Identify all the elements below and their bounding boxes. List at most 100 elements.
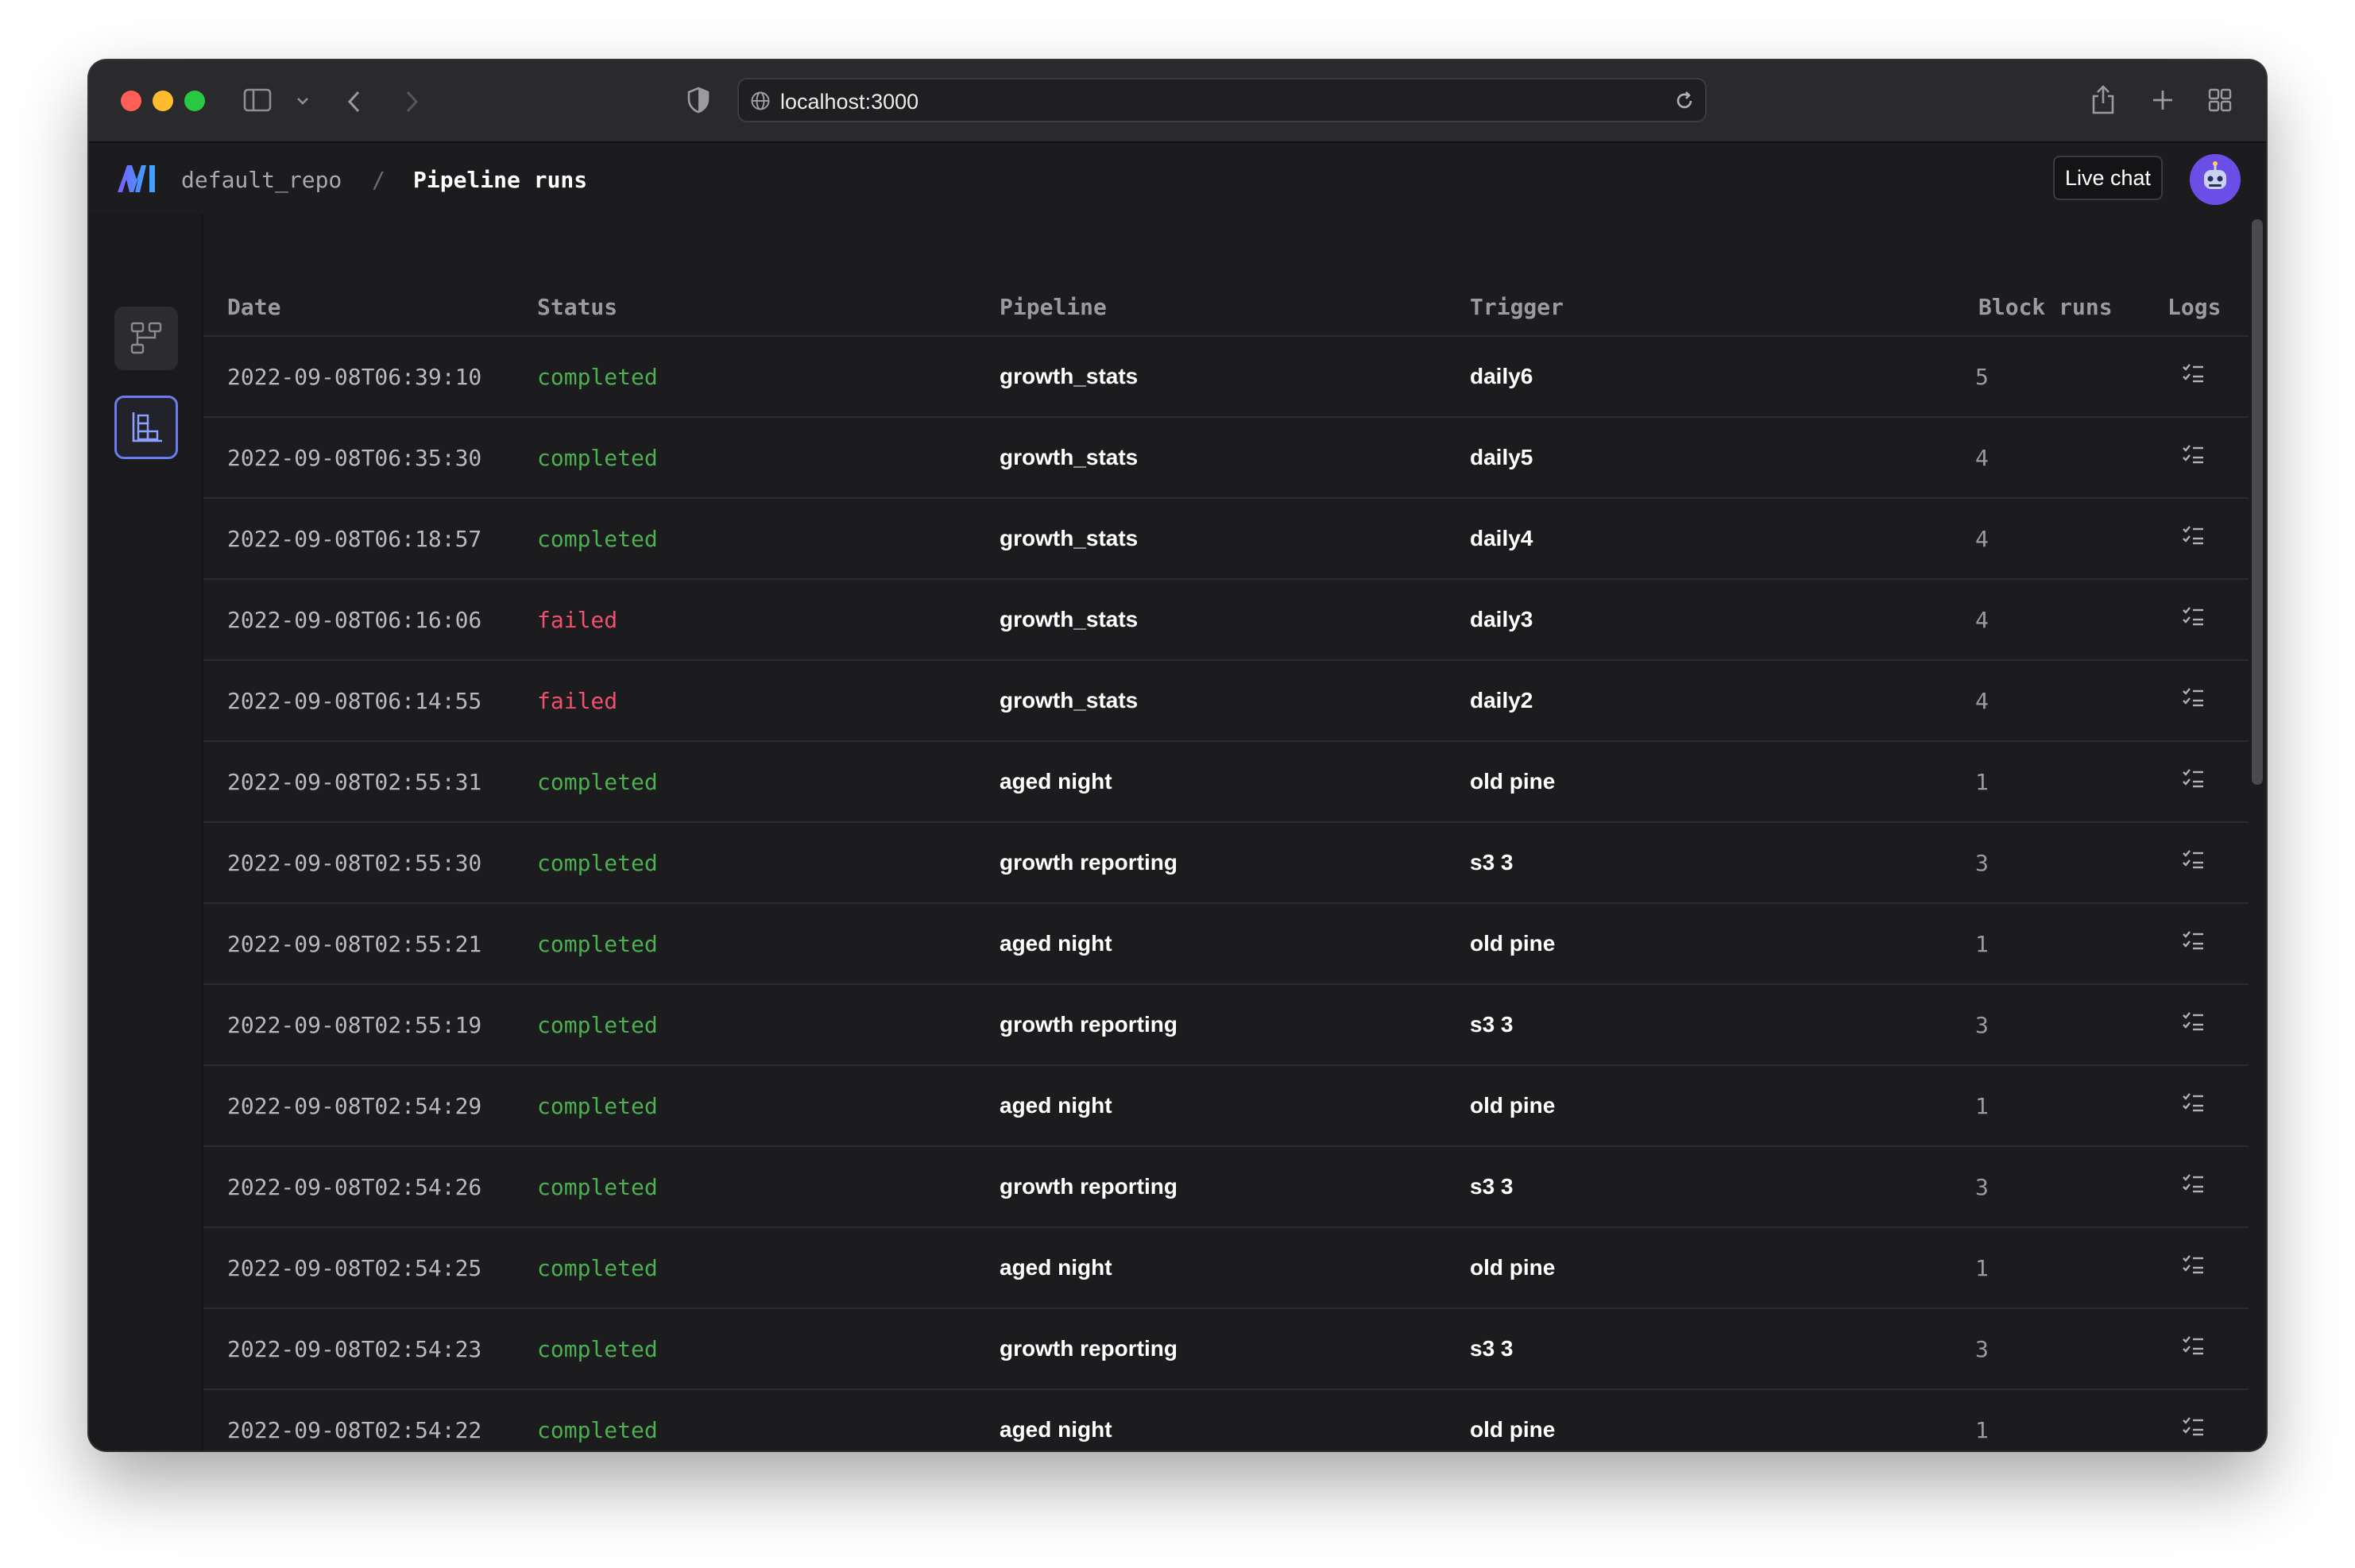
run-date: 2022-09-08T02:54:22 bbox=[227, 1417, 482, 1443]
run-block-count[interactable]: 4 bbox=[1975, 607, 1989, 633]
run-date: 2022-09-08T06:16:06 bbox=[227, 607, 482, 633]
table-row[interactable]: 2022-09-08T06:14:55 failed growth_stats dai… bbox=[203, 659, 2249, 740]
table-row[interactable]: 2022-09-08T02:54:25 completed aged night ol… bbox=[203, 1226, 2249, 1307]
run-block-count[interactable]: 1 bbox=[1975, 769, 1989, 795]
run-pipeline-link[interactable]: growth reporting bbox=[1000, 850, 1178, 875]
address-bar[interactable]: localhost:3000 bbox=[737, 78, 1707, 122]
run-status: failed bbox=[537, 607, 618, 633]
run-block-count[interactable]: 3 bbox=[1975, 1336, 1989, 1362]
live-chat-button[interactable]: Live chat bbox=[2053, 156, 2163, 200]
logs-checklist-icon[interactable] bbox=[2180, 847, 2206, 876]
new-tab-plus-icon[interactable] bbox=[2150, 87, 2175, 117]
run-trigger-link[interactable]: daily4 bbox=[1470, 526, 1533, 551]
table-row[interactable]: 2022-09-08T02:55:21 completed aged night ol… bbox=[203, 902, 2249, 983]
share-icon[interactable] bbox=[2090, 83, 2117, 120]
sidebar-toggle-icon[interactable] bbox=[243, 87, 272, 117]
table-row[interactable]: 2022-09-08T06:18:57 completed growth_stats… bbox=[203, 497, 2249, 578]
run-trigger-link[interactable]: s3 3 bbox=[1470, 850, 1514, 875]
forward-arrow-icon[interactable] bbox=[402, 89, 421, 118]
run-date: 2022-09-08T06:18:57 bbox=[227, 526, 482, 552]
run-pipeline-link[interactable]: growth_stats bbox=[1000, 526, 1138, 551]
run-pipeline-link[interactable]: aged night bbox=[1000, 769, 1112, 794]
breadcrumb-repo[interactable]: default_repo bbox=[181, 167, 342, 193]
minimize-window-button[interactable] bbox=[153, 91, 173, 111]
run-trigger-link[interactable]: s3 3 bbox=[1470, 1174, 1514, 1199]
logs-checklist-icon[interactable] bbox=[2180, 766, 2206, 795]
logs-checklist-icon[interactable] bbox=[2180, 442, 2206, 471]
mage-logo-icon[interactable] bbox=[116, 162, 157, 198]
run-pipeline-link[interactable]: aged night bbox=[1000, 1417, 1112, 1442]
table-row[interactable]: 2022-09-08T06:35:30 completed growth_stats… bbox=[203, 416, 2249, 497]
run-pipeline-link[interactable]: growth reporting bbox=[1000, 1012, 1178, 1037]
close-window-button[interactable] bbox=[121, 91, 141, 111]
run-trigger-link[interactable]: old pine bbox=[1470, 1417, 1555, 1442]
table-row[interactable]: 2022-09-08T02:55:30 completed growth repor… bbox=[203, 821, 2249, 902]
run-status: completed bbox=[537, 526, 658, 552]
page-title: Pipeline runs bbox=[413, 167, 588, 193]
privacy-shield-icon[interactable] bbox=[686, 86, 710, 118]
run-date: 2022-09-08T02:55:21 bbox=[227, 931, 482, 957]
run-trigger-link[interactable]: s3 3 bbox=[1470, 1012, 1514, 1037]
run-pipeline-link[interactable]: aged night bbox=[1000, 1093, 1112, 1118]
run-pipeline-link[interactable]: growth reporting bbox=[1000, 1174, 1178, 1199]
run-block-count[interactable]: 5 bbox=[1975, 364, 1989, 390]
column-header-logs: Logs bbox=[2167, 294, 2222, 320]
table-row[interactable]: 2022-09-08T06:39:10 completed growth_stats… bbox=[203, 335, 2249, 416]
run-pipeline-link[interactable]: aged night bbox=[1000, 931, 1112, 956]
zoom-window-button[interactable] bbox=[184, 91, 205, 111]
run-block-count[interactable]: 1 bbox=[1975, 1417, 1989, 1443]
logs-checklist-icon[interactable] bbox=[2180, 1171, 2206, 1200]
logs-checklist-icon[interactable] bbox=[2180, 523, 2206, 552]
chevron-down-icon[interactable] bbox=[296, 95, 310, 110]
run-pipeline-link[interactable]: aged night bbox=[1000, 1255, 1112, 1280]
logs-checklist-icon[interactable] bbox=[2180, 361, 2206, 390]
table-row[interactable]: 2022-09-08T06:16:06 failed growth_stats dai… bbox=[203, 578, 2249, 659]
run-block-count[interactable]: 4 bbox=[1975, 688, 1989, 714]
run-trigger-link[interactable]: old pine bbox=[1470, 931, 1555, 956]
logs-checklist-icon[interactable] bbox=[2180, 1009, 2206, 1038]
run-date: 2022-09-08T06:39:10 bbox=[227, 364, 482, 390]
run-pipeline-link[interactable]: growth_stats bbox=[1000, 364, 1138, 389]
run-pipeline-link[interactable]: growth_stats bbox=[1000, 445, 1138, 470]
run-block-count[interactable]: 4 bbox=[1975, 526, 1989, 552]
logs-checklist-icon[interactable] bbox=[2180, 604, 2206, 633]
run-block-count[interactable]: 1 bbox=[1975, 1093, 1989, 1119]
logs-checklist-icon[interactable] bbox=[2180, 1333, 2206, 1362]
table-row[interactable]: 2022-09-08T02:54:22 completed aged night ol… bbox=[203, 1388, 2249, 1450]
logs-checklist-icon[interactable] bbox=[2180, 1252, 2206, 1281]
run-block-count[interactable]: 4 bbox=[1975, 445, 1989, 471]
vertical-scrollbar[interactable] bbox=[2252, 219, 2263, 785]
run-pipeline-link[interactable]: growth_stats bbox=[1000, 688, 1138, 713]
nav-pipelines-button[interactable] bbox=[114, 307, 178, 370]
logs-checklist-icon[interactable] bbox=[2180, 928, 2206, 957]
table-row[interactable]: 2022-09-08T02:54:23 completed growth repor… bbox=[203, 1307, 2249, 1388]
nav-pipeline-runs-button[interactable] bbox=[114, 396, 178, 459]
run-block-count[interactable]: 3 bbox=[1975, 1012, 1989, 1038]
back-arrow-icon[interactable] bbox=[345, 89, 364, 118]
run-trigger-link[interactable]: old pine bbox=[1470, 769, 1555, 794]
run-trigger-link[interactable]: daily6 bbox=[1470, 364, 1533, 389]
run-date: 2022-09-08T02:54:29 bbox=[227, 1093, 482, 1119]
run-trigger-link[interactable]: daily2 bbox=[1470, 688, 1533, 713]
table-row[interactable]: 2022-09-08T02:55:31 completed aged night ol… bbox=[203, 740, 2249, 821]
logs-checklist-icon[interactable] bbox=[2180, 1414, 2206, 1443]
run-block-count[interactable]: 3 bbox=[1975, 850, 1989, 876]
table-row[interactable]: 2022-09-08T02:54:29 completed aged night ol… bbox=[203, 1064, 2249, 1145]
run-pipeline-link[interactable]: growth reporting bbox=[1000, 1336, 1178, 1361]
run-pipeline-link[interactable]: growth_stats bbox=[1000, 607, 1138, 632]
run-trigger-link[interactable]: old pine bbox=[1470, 1255, 1555, 1280]
table-row[interactable]: 2022-09-08T02:55:19 completed growth repor… bbox=[203, 983, 2249, 1064]
logs-checklist-icon[interactable] bbox=[2180, 685, 2206, 714]
logs-checklist-icon[interactable] bbox=[2180, 1090, 2206, 1119]
run-block-count[interactable]: 3 bbox=[1975, 1174, 1989, 1200]
reload-icon[interactable] bbox=[1673, 90, 1696, 116]
run-block-count[interactable]: 1 bbox=[1975, 1255, 1989, 1281]
run-trigger-link[interactable]: old pine bbox=[1470, 1093, 1555, 1118]
tab-overview-icon[interactable] bbox=[2207, 87, 2233, 117]
run-block-count[interactable]: 1 bbox=[1975, 931, 1989, 957]
run-trigger-link[interactable]: daily3 bbox=[1470, 607, 1533, 632]
table-row[interactable]: 2022-09-08T02:54:26 completed growth repor… bbox=[203, 1145, 2249, 1226]
avatar[interactable] bbox=[2190, 154, 2241, 205]
run-trigger-link[interactable]: daily5 bbox=[1470, 445, 1533, 470]
run-trigger-link[interactable]: s3 3 bbox=[1470, 1336, 1514, 1361]
